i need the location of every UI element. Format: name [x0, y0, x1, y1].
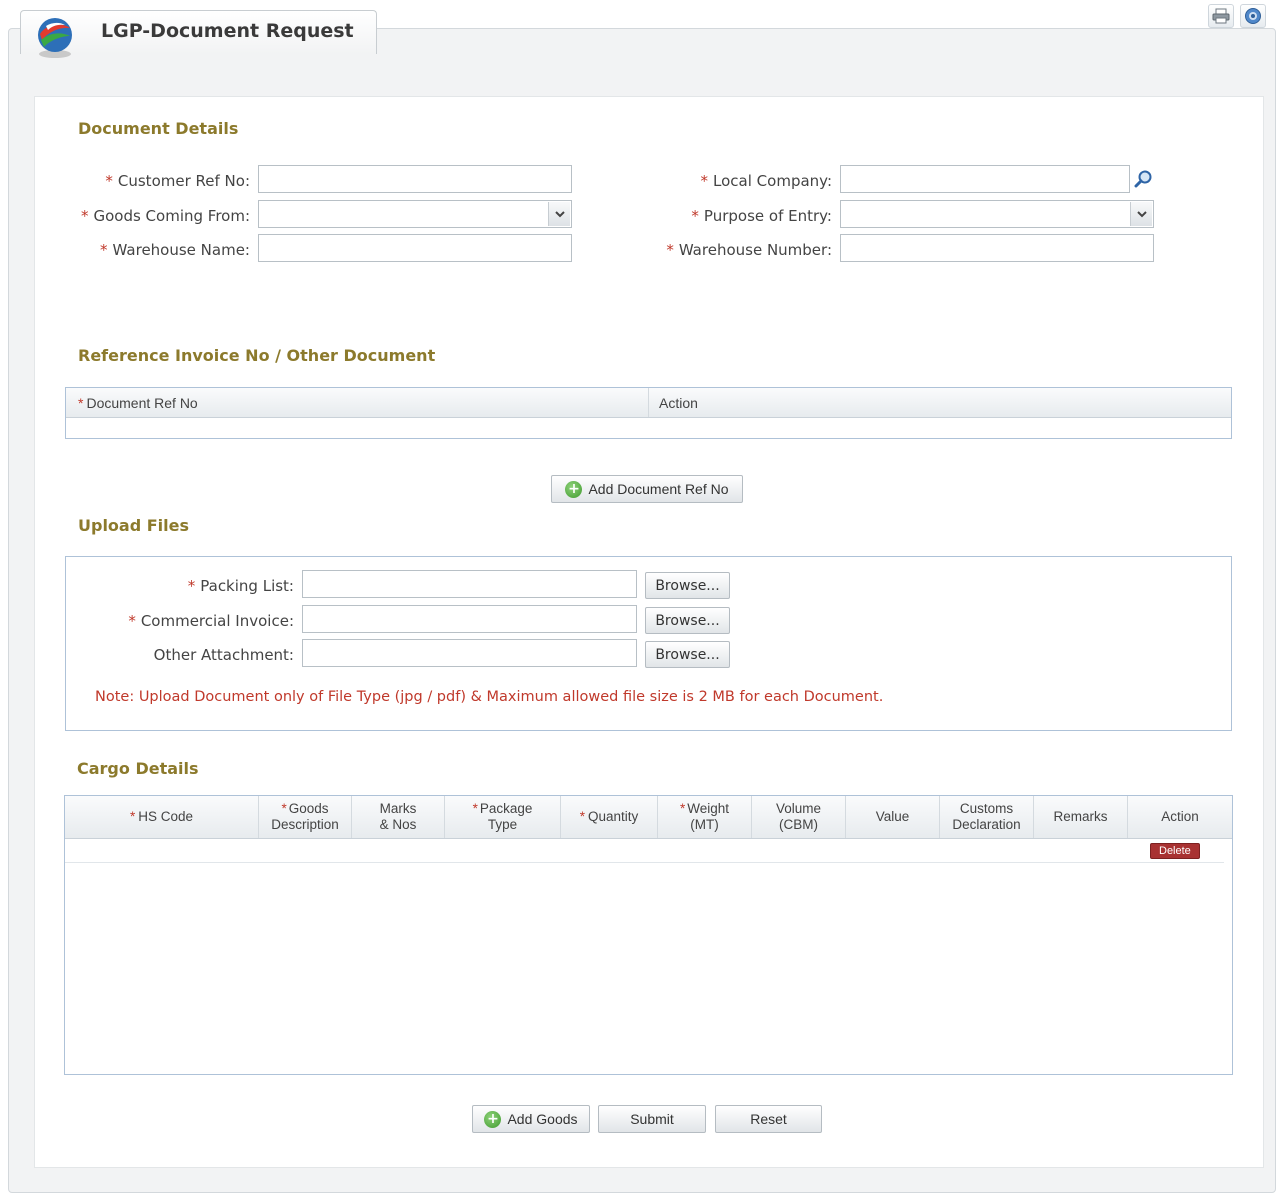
add-icon: +: [565, 480, 583, 498]
reset-button[interactable]: Reset: [715, 1105, 822, 1133]
local-company-input[interactable]: [840, 165, 1152, 193]
col-hs-code: * HS Code: [65, 796, 259, 838]
cargo-grid-header: * HS Code * Goods Description Marks & Nos * P…: [65, 796, 1232, 839]
other-attachment-input[interactable]: [302, 639, 637, 667]
col-volume: Volume (CBM): [752, 796, 846, 838]
search-icon[interactable]: [1131, 166, 1157, 192]
top-toolbar: [1208, 4, 1266, 28]
reference-grid-header: * Document Ref No Action: [66, 388, 1231, 418]
warehouse-name-input[interactable]: [258, 234, 572, 262]
commercial-invoice-input[interactable]: [302, 605, 637, 633]
customer-ref-input[interactable]: [258, 165, 572, 193]
col-marks-nos: Marks & Nos: [352, 796, 445, 838]
add-goods-button[interactable]: + Add Goods: [472, 1105, 590, 1133]
upload-files-title: Upload Files: [78, 516, 190, 535]
other-attachment-browse-button[interactable]: Browse...: [645, 641, 730, 668]
col-weight: * Weight (MT): [658, 796, 752, 838]
col-customs-declaration: Customs Declaration: [940, 796, 1034, 838]
reference-grid: * Document Ref No Action: [65, 387, 1232, 439]
table-row: Delete: [65, 839, 1224, 863]
add-document-ref-button[interactable]: + Add Document Ref No: [551, 475, 743, 503]
app-logo-icon: [38, 18, 72, 58]
other-attachment-label: Other Attachment:: [153, 646, 294, 664]
add-icon: +: [484, 1110, 502, 1128]
help-icon[interactable]: [1240, 4, 1266, 28]
col-remarks: Remarks: [1034, 796, 1128, 838]
cargo-details-title: Cargo Details: [77, 759, 199, 778]
goods-from-label: * Goods Coming From:: [80, 207, 250, 225]
col-value: Value: [846, 796, 940, 838]
chevron-down-icon[interactable]: [1130, 202, 1152, 226]
warehouse-number-input[interactable]: [840, 234, 1154, 262]
printer-icon[interactable]: [1208, 4, 1234, 28]
upload-note: Note: Upload Document only of File Type …: [95, 689, 884, 705]
commercial-invoice-browse-button[interactable]: Browse...: [645, 607, 730, 634]
commercial-invoice-label: * Commercial Invoice:: [128, 612, 294, 630]
document-details-title: Document Details: [78, 119, 239, 138]
chevron-down-icon[interactable]: [548, 202, 570, 226]
purpose-select[interactable]: [840, 200, 1154, 228]
customer-ref-label: * Customer Ref No:: [105, 172, 250, 190]
reference-title: Reference Invoice No / Other Document: [78, 346, 436, 365]
packing-list-label: * Packing List:: [187, 577, 294, 595]
col-goods-description: * Goods Description: [259, 796, 352, 838]
purpose-label: * Purpose of Entry:: [691, 207, 832, 225]
col-quantity: * Quantity: [561, 796, 658, 838]
packing-list-input[interactable]: [302, 570, 637, 598]
warehouse-number-label: * Warehouse Number:: [666, 241, 832, 259]
packing-list-browse-button[interactable]: Browse...: [645, 572, 730, 599]
col-action: Action: [659, 394, 698, 411]
page-title: LGP-Document Request: [101, 20, 354, 42]
local-company-label: * Local Company:: [700, 172, 832, 190]
warehouse-name-label: * Warehouse Name:: [100, 241, 250, 259]
goods-from-select[interactable]: [258, 200, 572, 228]
col-package-type: * Package Type: [445, 796, 561, 838]
delete-button[interactable]: Delete: [1150, 843, 1200, 859]
submit-button[interactable]: Submit: [598, 1105, 706, 1133]
col-document-ref: * Document Ref No: [66, 388, 649, 417]
cargo-grid: * HS Code * Goods Description Marks & Nos * P…: [64, 795, 1233, 1075]
col-action: Action: [1161, 809, 1199, 824]
